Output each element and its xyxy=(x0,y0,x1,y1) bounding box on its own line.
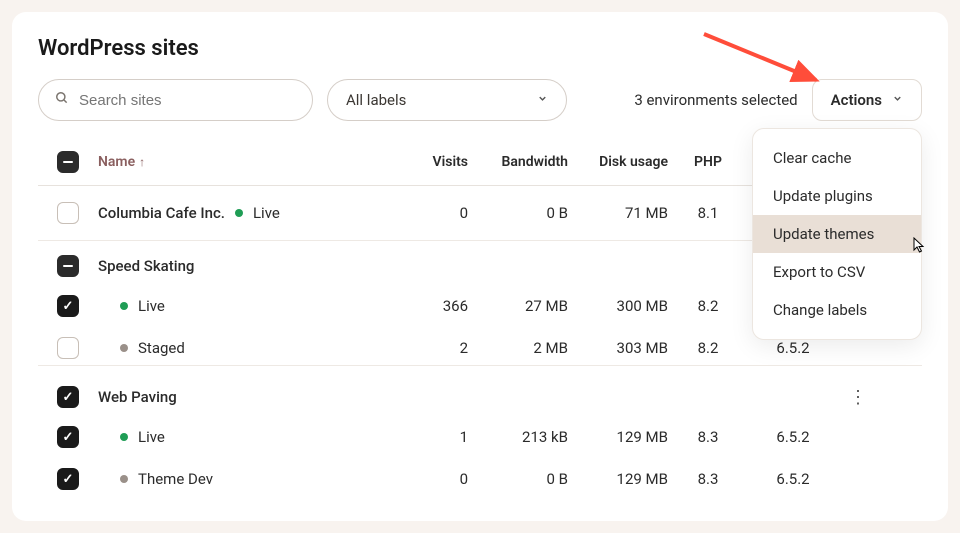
site-group-header[interactable]: ✓ Web Paving ⋮ xyxy=(38,372,922,416)
page-title: WordPress sites xyxy=(38,36,922,61)
row-checkbox[interactable] xyxy=(57,202,79,224)
col-php[interactable]: PHP xyxy=(668,154,748,170)
row-checkbox[interactable] xyxy=(57,337,79,359)
action-update-plugins[interactable]: Update plugins xyxy=(753,177,921,215)
search-icon xyxy=(55,91,69,109)
env-row[interactable]: ✓ Theme Dev 0 0 B 129 MB 8.3 6.5.2 xyxy=(38,458,922,500)
env-label: Live xyxy=(138,297,165,315)
selection-summary: 3 environments selected xyxy=(634,91,797,109)
cell-php: 8.3 xyxy=(668,428,748,446)
cell-bandwidth: 2 MB xyxy=(468,339,568,357)
cell-bandwidth: 27 MB xyxy=(468,297,568,315)
col-visits[interactable]: Visits xyxy=(398,154,468,170)
cell-bandwidth: 0 B xyxy=(468,204,568,222)
site-name: Columbia Cafe Inc. xyxy=(98,204,225,222)
cell-visits: 0 xyxy=(398,204,468,222)
cell-wp: 6.5.2 xyxy=(748,428,838,446)
action-change-labels[interactable]: Change labels xyxy=(753,291,921,329)
cell-bandwidth: 213 kB xyxy=(468,428,568,446)
action-update-themes[interactable]: Update themes xyxy=(753,215,921,253)
search-field[interactable] xyxy=(38,79,313,121)
env-label: Live xyxy=(138,428,165,446)
labels-filter-value: All labels xyxy=(346,91,406,109)
cell-visits: 366 xyxy=(398,297,468,315)
cell-visits: 0 xyxy=(398,470,468,488)
chevron-down-icon xyxy=(537,93,548,107)
cell-php: 8.1 xyxy=(668,204,748,222)
cell-php: 8.3 xyxy=(668,470,748,488)
status-dot-staged xyxy=(120,344,128,352)
search-input[interactable] xyxy=(79,92,296,109)
row-checkbox[interactable]: ✓ xyxy=(57,468,79,490)
actions-dropdown: Clear cache Update plugins Update themes… xyxy=(752,128,922,340)
col-name[interactable]: Name↑ xyxy=(98,154,398,170)
cell-bandwidth: 0 B xyxy=(468,470,568,488)
actions-button-label: Actions xyxy=(831,91,882,109)
status-dot-live xyxy=(120,302,128,310)
action-export-csv[interactable]: Export to CSV xyxy=(753,253,921,291)
row-actions-menu[interactable]: ⋮ xyxy=(838,387,878,408)
env-row[interactable]: ✓ Live 1 213 kB 129 MB 8.3 6.5.2 xyxy=(38,416,922,458)
cell-disk: 303 MB xyxy=(568,339,668,357)
col-disk[interactable]: Disk usage xyxy=(568,154,668,170)
main-card: WordPress sites All labels 3 environment… xyxy=(12,12,948,521)
row-checkbox[interactable]: ✓ xyxy=(57,426,79,448)
env-label: Live xyxy=(253,204,280,222)
env-label: Staged xyxy=(138,339,185,357)
row-checkbox[interactable]: ✓ xyxy=(57,295,79,317)
col-bandwidth[interactable]: Bandwidth xyxy=(468,154,568,170)
cell-visits: 1 xyxy=(398,428,468,446)
sort-asc-icon: ↑ xyxy=(139,155,145,169)
cell-php: 8.2 xyxy=(668,339,748,357)
group-checkbox[interactable] xyxy=(57,255,79,277)
site-name: Speed Skating xyxy=(98,257,194,275)
cell-disk: 129 MB xyxy=(568,470,668,488)
cell-wp: 6.5.2 xyxy=(748,339,838,357)
cell-disk: 300 MB xyxy=(568,297,668,315)
chevron-down-icon xyxy=(892,93,903,107)
header-checkbox[interactable] xyxy=(57,151,79,173)
status-dot-live xyxy=(235,209,243,217)
cell-visits: 2 xyxy=(398,339,468,357)
site-name: Web Paving xyxy=(98,388,177,406)
cell-disk: 129 MB xyxy=(568,428,668,446)
group-checkbox[interactable]: ✓ xyxy=(57,386,79,408)
status-dot-live xyxy=(120,433,128,441)
cell-wp: 6.5.2 xyxy=(748,470,838,488)
action-clear-cache[interactable]: Clear cache xyxy=(753,139,921,177)
actions-button[interactable]: Actions xyxy=(812,79,922,121)
labels-filter[interactable]: All labels xyxy=(327,79,567,121)
cell-php: 8.2 xyxy=(668,297,748,315)
env-label: Theme Dev xyxy=(138,470,213,488)
toolbar: All labels 3 environments selected Actio… xyxy=(38,79,922,121)
status-dot-staged xyxy=(120,475,128,483)
cell-disk: 71 MB xyxy=(568,204,668,222)
